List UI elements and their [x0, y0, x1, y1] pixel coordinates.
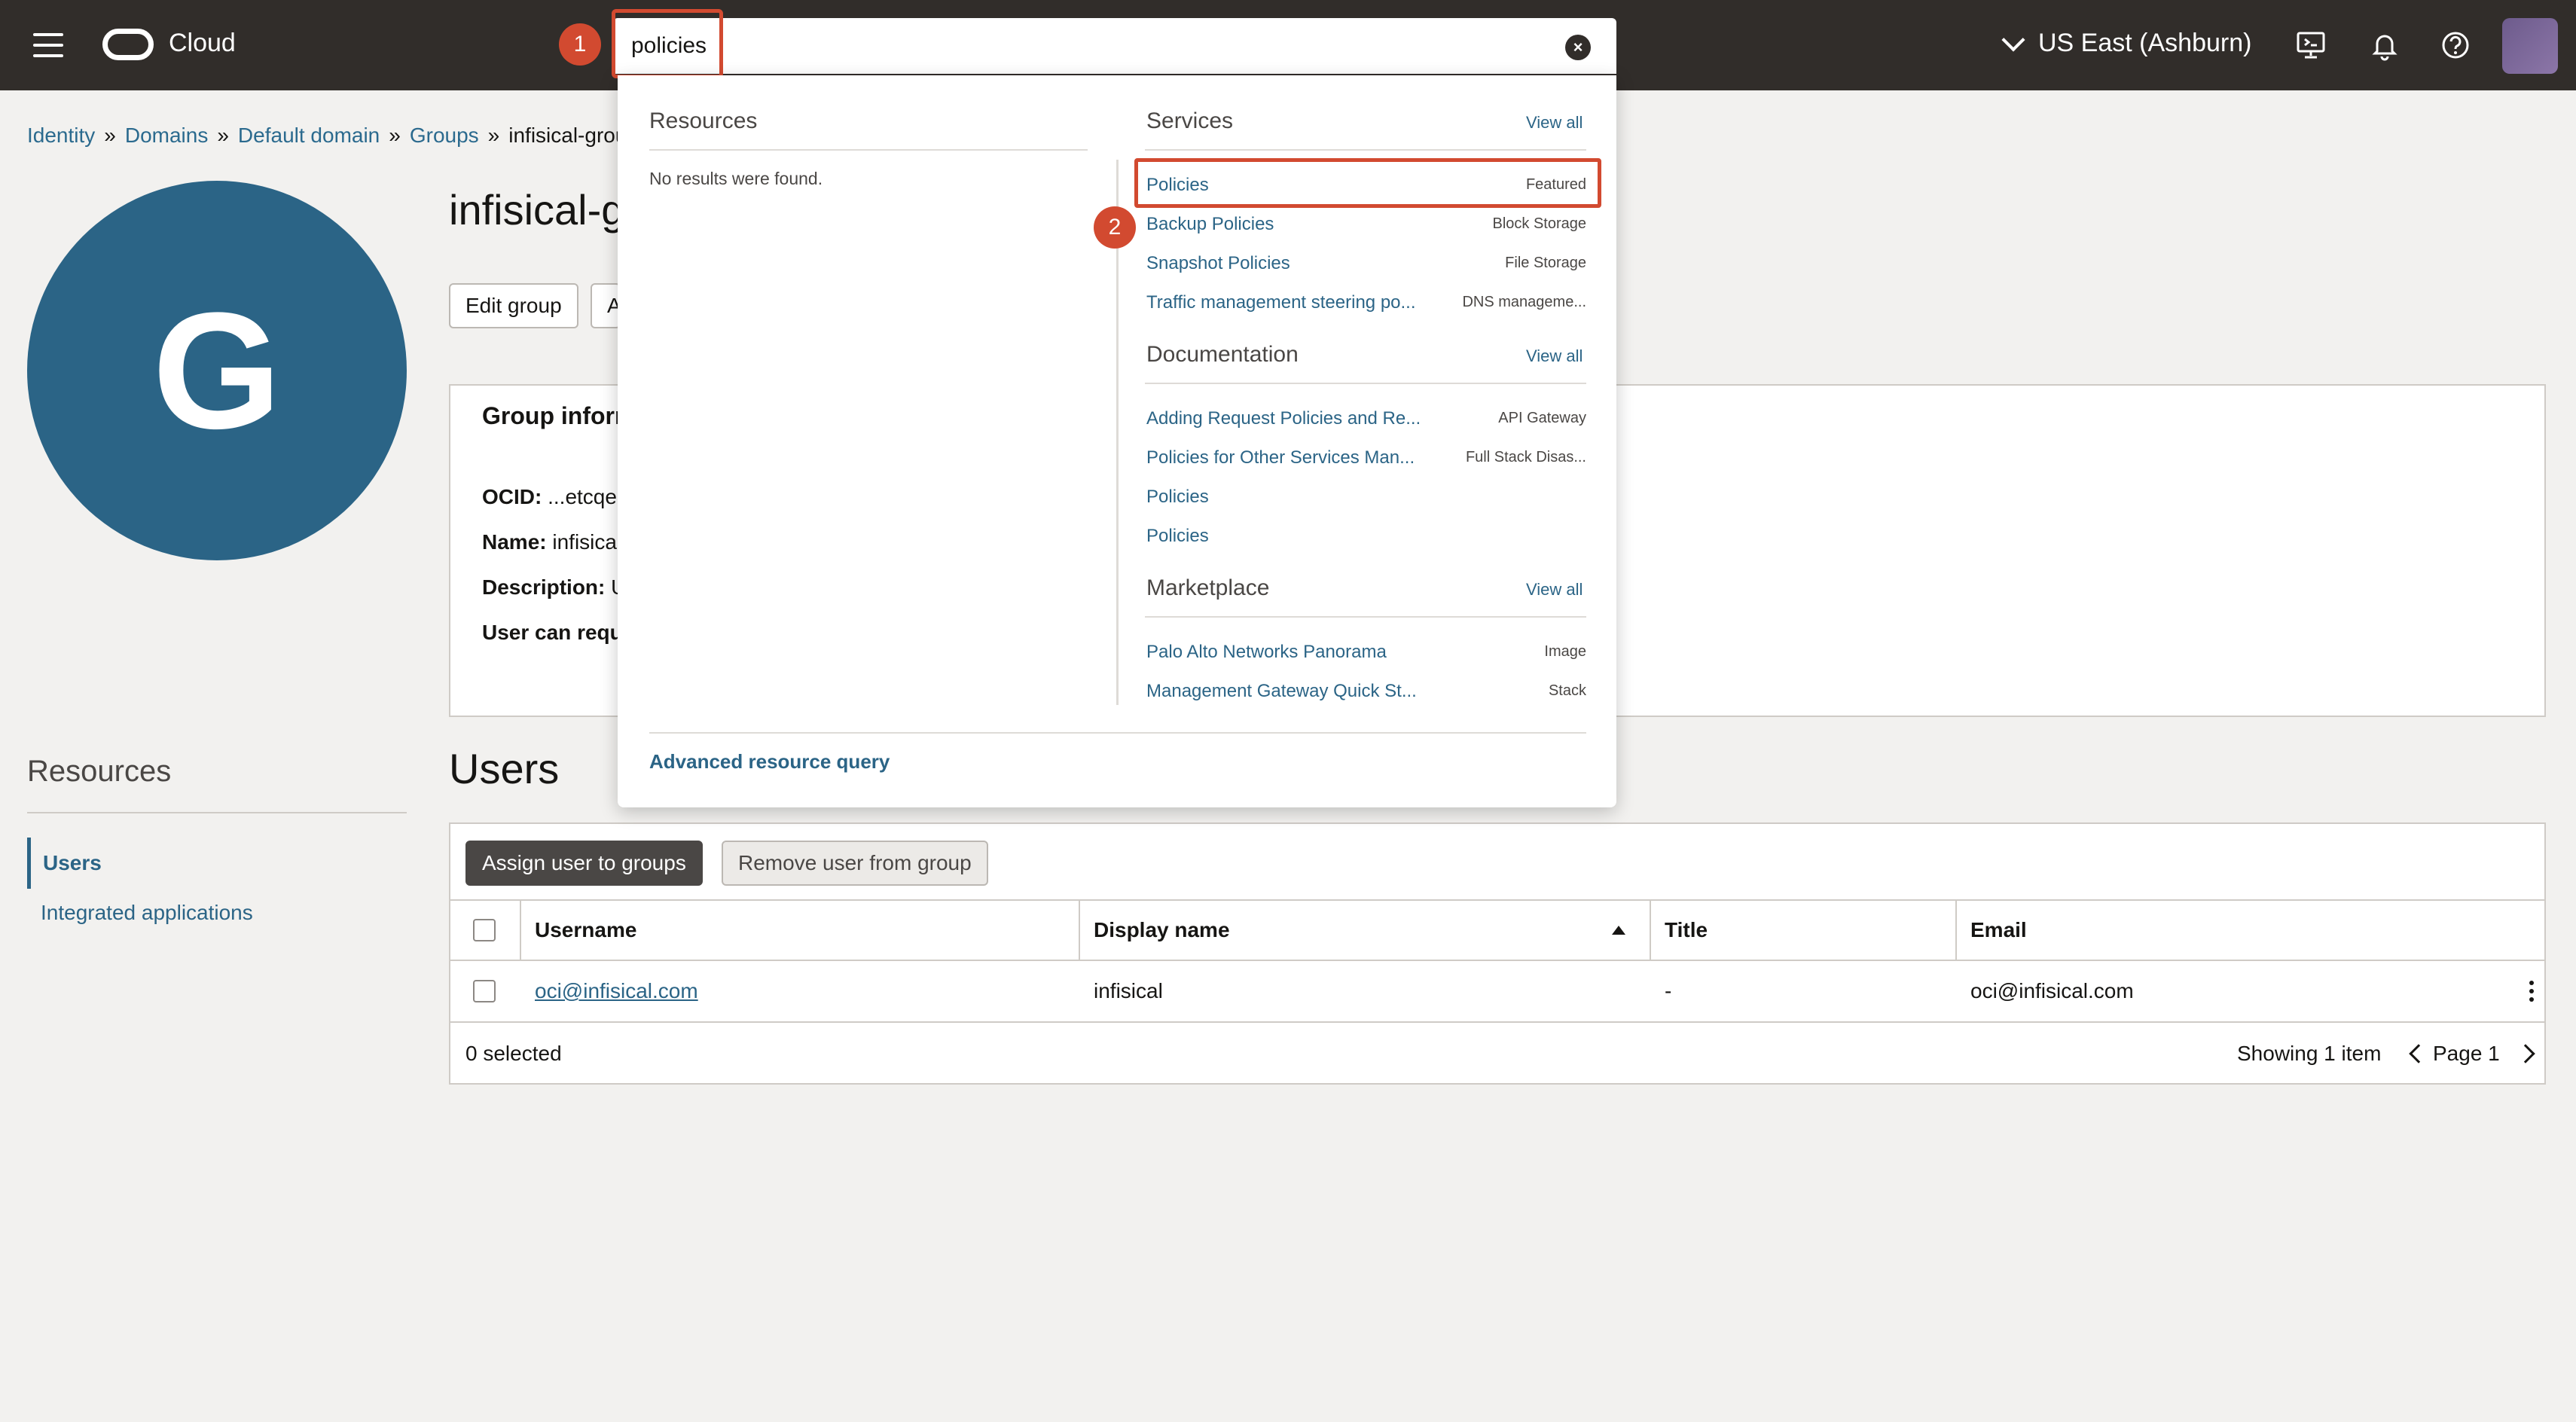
page-indicator: Page 1 — [2433, 1042, 2500, 1065]
select-all-checkbox[interactable] — [473, 919, 496, 941]
group-avatar: G — [27, 181, 407, 560]
info-description: Description: U — [482, 575, 627, 599]
service-category: DNS manageme... — [1462, 294, 1586, 310]
divider — [27, 812, 407, 813]
add-button[interactable]: A — [591, 283, 621, 328]
region-label: US East (Ashburn) — [2038, 29, 2252, 57]
documentation-view-all[interactable]: View all — [1526, 346, 1583, 366]
doc-result[interactable]: Policies for Other Services Man... — [1146, 447, 1415, 468]
dropdown-marketplace-title: Marketplace — [1146, 575, 1270, 600]
display-name-cell: infisical — [1094, 979, 1163, 1002]
table-footer: 0 selected Showing 1 item Page 1 — [450, 1023, 2544, 1085]
table-header: Username Display name Title Email — [450, 901, 2544, 961]
breadcrumb-identity[interactable]: Identity — [27, 124, 95, 148]
email-cell: oci@infisical.com — [1970, 979, 2134, 1002]
service-result-traffic-steering[interactable]: Traffic management steering po... — [1146, 292, 1416, 313]
service-result-snapshot-policies[interactable]: Snapshot Policies — [1146, 253, 1290, 274]
column-display-name[interactable]: Display name — [1079, 901, 1648, 960]
doc-category: Full Stack Disas... — [1465, 449, 1586, 465]
assign-user-button[interactable]: Assign user to groups — [465, 841, 703, 886]
brand-label: Cloud — [169, 29, 236, 57]
menu-icon[interactable] — [33, 33, 63, 57]
services-view-all[interactable]: View all — [1526, 113, 1583, 133]
breadcrumb-domains[interactable]: Domains — [125, 124, 208, 148]
service-result-backup-policies[interactable]: Backup Policies — [1146, 214, 1274, 235]
dropdown-resources-title: Resources — [649, 108, 758, 133]
table-row: oci@infisical.com infisical - oci@infisi… — [450, 961, 2544, 1023]
next-page-icon[interactable] — [2516, 1044, 2535, 1063]
breadcrumb-groups[interactable]: Groups — [410, 124, 479, 148]
group-info-title: Group inforn — [482, 402, 630, 429]
remove-user-button[interactable]: Remove user from group — [722, 841, 988, 886]
row-checkbox[interactable] — [473, 980, 496, 1002]
step-2-badge: 2 — [1094, 206, 1136, 249]
info-ocid: OCID: ...etcqe — [482, 485, 617, 508]
chevron-down-icon — [2001, 27, 2025, 52]
username-link[interactable]: oci@infisical.com — [520, 961, 698, 1021]
info-name: Name: infisica — [482, 530, 617, 554]
region-selector[interactable]: US East (Ashburn) — [2001, 27, 2252, 58]
page-title: infisical-g — [449, 186, 625, 233]
doc-result[interactable]: Adding Request Policies and Re... — [1146, 408, 1421, 429]
edit-group-button[interactable]: Edit group — [449, 283, 578, 328]
column-title[interactable]: Title — [1650, 901, 1708, 960]
marketplace-result[interactable]: Palo Alto Networks Panorama — [1146, 642, 1387, 663]
info-user-can-request: User can requ — [482, 621, 623, 644]
table-toolbar: Assign user to groups Remove user from g… — [450, 824, 2544, 901]
users-table: Assign user to groups Remove user from g… — [449, 822, 2546, 1085]
doc-result[interactable]: Policies — [1146, 526, 1209, 547]
resources-title: Resources — [27, 755, 172, 788]
highlight-policies-result — [1134, 158, 1601, 208]
service-category: File Storage — [1505, 255, 1586, 271]
marketplace-result[interactable]: Management Gateway Quick St... — [1146, 681, 1417, 702]
search-box[interactable]: × — [613, 18, 1616, 74]
title-cell: - — [1665, 979, 1672, 1002]
users-title: Users — [449, 745, 560, 792]
row-actions-icon[interactable] — [2529, 981, 2534, 1002]
marketplace-category: Stack — [1548, 682, 1586, 699]
marketplace-view-all[interactable]: View all — [1526, 580, 1583, 600]
highlight-search-box — [612, 9, 723, 78]
dropdown-documentation-title: Documentation — [1146, 342, 1299, 367]
search-input[interactable] — [631, 18, 1535, 74]
resources-item-integrated-applications[interactable]: Integrated applications — [41, 901, 253, 925]
dropdown-services-title: Services — [1146, 108, 1234, 133]
doc-result[interactable]: Policies — [1146, 487, 1209, 508]
oracle-logo[interactable] — [102, 29, 154, 60]
resources-item-users[interactable]: Users — [27, 838, 102, 889]
advanced-resource-query-link[interactable]: Advanced resource query — [649, 750, 890, 774]
clear-icon[interactable]: × — [1565, 35, 1591, 60]
bell-icon[interactable] — [2368, 29, 2401, 62]
cloud-shell-icon[interactable] — [2294, 29, 2327, 62]
sort-ascending-icon[interactable] — [1612, 926, 1625, 935]
help-icon[interactable] — [2439, 29, 2472, 62]
showing-count: Showing 1 item — [2237, 1042, 2382, 1065]
breadcrumb-default-domain[interactable]: Default domain — [238, 124, 380, 148]
marketplace-category: Image — [1544, 643, 1586, 660]
doc-category: API Gateway — [1498, 410, 1586, 426]
step-1-badge: 1 — [559, 23, 601, 66]
column-username[interactable]: Username — [520, 901, 636, 960]
profile-avatar[interactable] — [2502, 18, 2558, 74]
column-email[interactable]: Email — [1955, 901, 2027, 960]
no-results-text: No results were found. — [649, 169, 823, 188]
service-category: Block Storage — [1492, 215, 1586, 232]
breadcrumb: Identity » Domains » Default domain » Gr… — [27, 124, 639, 148]
selected-count: 0 selected — [465, 1042, 562, 1065]
